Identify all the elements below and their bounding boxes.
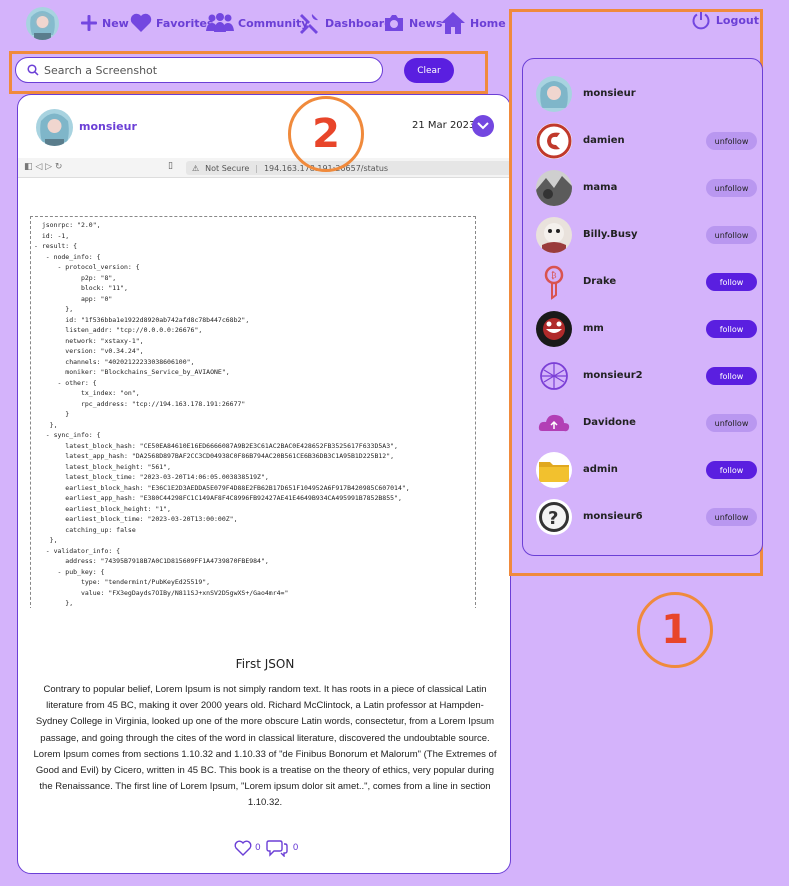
- post-options-button[interactable]: [472, 115, 494, 137]
- user-avatar: [536, 358, 572, 394]
- nav-new-label: New: [102, 16, 129, 30]
- nav-news-link[interactable]: News: [383, 10, 442, 36]
- unfollow-button[interactable]: unfollow: [706, 508, 757, 526]
- follow-button[interactable]: follow: [706, 273, 757, 291]
- user-name: mm: [583, 323, 604, 334]
- user-avatar: [536, 123, 572, 159]
- user-name: damien: [583, 135, 625, 146]
- user-row[interactable]: mm follow: [536, 311, 758, 349]
- users-panel: monsieur damien unfollow mama unfollow B…: [522, 58, 763, 556]
- heart-icon: [130, 13, 152, 32]
- community-icon: [206, 13, 234, 32]
- screenshot-nav-icons: ◧ ◁ ▷ ↻: [24, 162, 63, 172]
- unfollow-button[interactable]: unfollow: [706, 414, 757, 432]
- like-count: 0: [255, 843, 261, 853]
- bookmark-icon: ▯: [168, 161, 173, 171]
- annotation-marker-1: 1: [637, 592, 713, 668]
- nav-community-link[interactable]: Community: [206, 10, 308, 36]
- nav-avatar[interactable]: [26, 7, 59, 40]
- svg-text:₿: ₿: [551, 270, 557, 280]
- unfollow-button[interactable]: unfollow: [706, 226, 757, 244]
- annotation-marker-2: 2: [288, 96, 364, 172]
- user-avatar: [536, 170, 572, 206]
- user-row[interactable]: admin follow: [536, 452, 758, 490]
- like-heart-icon[interactable]: [234, 840, 252, 856]
- post-stats: 0 0: [234, 839, 298, 857]
- screenshot-not-secure: Not Secure: [205, 163, 250, 173]
- user-avatar: [536, 217, 572, 253]
- user-avatar: [536, 405, 572, 441]
- screenshot-json-box: jsonrpc: "2.0", id: -1, - result: { - no…: [30, 216, 476, 608]
- user-avatar: [536, 311, 572, 347]
- screenshot-browser-bar: ◧ ◁ ▷ ↻ ▯ ⚠ Not Secure | 194.163.178.191…: [18, 158, 510, 178]
- search-input[interactable]: [44, 63, 364, 77]
- user-name: monsieur: [583, 88, 636, 99]
- user-name: mama: [583, 182, 618, 193]
- post-body: Contrary to popular belief, Lorem Ipsum …: [33, 684, 497, 809]
- user-name: Davidone: [583, 417, 636, 428]
- user-name: monsieur6: [583, 511, 643, 522]
- svg-text:?: ?: [548, 508, 558, 529]
- camera-icon: [385, 15, 403, 31]
- post-author-avatar[interactable]: [36, 109, 73, 146]
- user-row[interactable]: ₿ Drake follow: [536, 264, 758, 302]
- nav-favorites-link[interactable]: Favorites: [130, 10, 213, 36]
- follow-button[interactable]: follow: [706, 461, 757, 479]
- user-name: admin: [583, 464, 618, 475]
- user-row[interactable]: damien unfollow: [536, 123, 758, 161]
- user-avatar: ?: [536, 499, 572, 535]
- nav-news-label: News: [409, 16, 443, 30]
- user-name: Drake: [583, 276, 617, 287]
- post-date: 21 Mar 2023: [412, 120, 476, 131]
- clear-button[interactable]: Clear: [404, 58, 454, 83]
- plus-icon: [81, 15, 97, 31]
- chevron-down-icon: [477, 122, 489, 130]
- user-row[interactable]: mama unfollow: [536, 170, 758, 208]
- warning-icon: ⚠: [192, 163, 200, 173]
- post-card: monsieur 21 Mar 2023 ◧ ◁ ▷ ↻ ▯ ⚠ Not Sec…: [17, 94, 511, 874]
- post-screenshot[interactable]: ◧ ◁ ▷ ↻ ▯ ⚠ Not Secure | 194.163.178.191…: [18, 158, 510, 608]
- tools-icon: [300, 14, 318, 34]
- nav-favorites-label: Favorites: [156, 16, 214, 30]
- unfollow-button[interactable]: unfollow: [706, 179, 757, 197]
- follow-button[interactable]: follow: [706, 320, 757, 338]
- search-field: [15, 57, 383, 83]
- user-avatar: [536, 76, 572, 112]
- follow-button[interactable]: follow: [706, 367, 757, 385]
- search-icon: [27, 64, 39, 76]
- user-avatar: [536, 452, 572, 488]
- user-row[interactable]: Davidone unfollow: [536, 405, 758, 443]
- nav-home-link[interactable]: Home: [440, 10, 506, 36]
- comment-count: 0: [292, 843, 299, 853]
- home-icon: [441, 12, 465, 34]
- user-row[interactable]: ? monsieur6 unfollow: [536, 499, 758, 537]
- unfollow-button[interactable]: unfollow: [706, 132, 757, 150]
- post-author-name[interactable]: monsieur: [79, 120, 137, 133]
- comment-icon[interactable]: [266, 839, 288, 857]
- post-title: First JSON: [235, 657, 295, 671]
- user-name: Billy.Busy: [583, 229, 638, 240]
- user-avatar: ₿: [536, 264, 572, 300]
- screenshot-json-text: jsonrpc: "2.0", id: -1, - result: { - no…: [34, 221, 410, 607]
- nav-dashboard-link[interactable]: Dashboard: [297, 10, 392, 36]
- user-name: monsieur2: [583, 370, 643, 381]
- nav-home-label: Home: [470, 16, 506, 30]
- user-row[interactable]: Billy.Busy unfollow: [536, 217, 758, 255]
- nav-new-link[interactable]: New: [80, 10, 129, 36]
- user-row[interactable]: monsieur2 follow: [536, 358, 758, 396]
- user-row[interactable]: monsieur: [536, 76, 758, 114]
